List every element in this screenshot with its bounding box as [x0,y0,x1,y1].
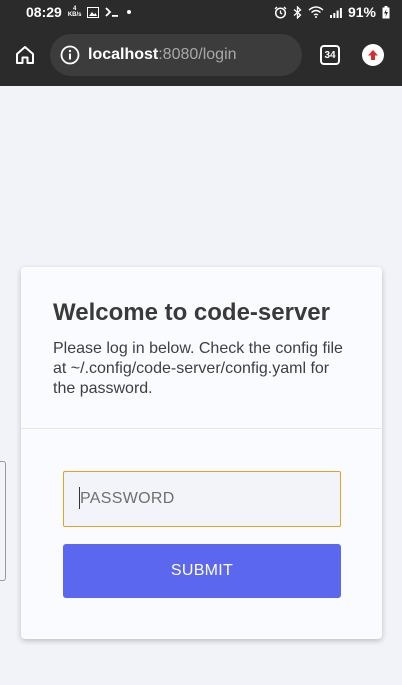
submit-button[interactable]: SUBMIT [63,544,341,598]
page-content: Welcome to code-server Please log in bel… [0,86,402,685]
tabs-button[interactable]: 34 [320,45,340,65]
login-title: Welcome to code-server [53,299,330,326]
password-input[interactable] [63,471,341,527]
browser-toolbar: localhost:8080/login 34 [0,24,402,86]
wifi-icon [308,6,324,18]
side-drawer-handle[interactable] [0,461,6,581]
bluetooth-icon [293,5,302,19]
terminal-icon [105,7,119,17]
url-path: :8080/login [158,46,237,63]
login-instructions: Please log in below. Check the config fi… [53,340,343,397]
network-speed-unit: KB/s [67,12,82,18]
upload-icon [368,50,378,60]
battery-percent: 91% [347,4,376,20]
login-card-header: Welcome to code-server Please log in bel… [21,267,382,429]
home-button[interactable] [0,24,50,86]
image-icon [87,6,100,18]
status-time: 08:29 [26,4,62,20]
info-icon[interactable] [60,45,80,65]
url-host: localhost [88,46,159,63]
battery-charging-icon [382,5,390,19]
status-bar-right: 91% [274,4,390,20]
signal-icon [329,7,342,18]
address-bar[interactable]: localhost:8080/login [50,34,302,76]
url-text[interactable]: localhost:8080/login [88,46,237,64]
extension-button[interactable] [362,44,384,66]
status-bar: 08:29 4 KB/s 91% [0,0,402,24]
text-caret [79,487,80,509]
home-icon [16,46,34,64]
alarm-icon [274,6,287,19]
status-bar-left: 08:29 4 KB/s [26,4,132,20]
login-card: Welcome to code-server Please log in bel… [21,267,382,639]
network-speed: 4 KB/s [68,6,82,18]
tab-count: 34 [324,49,336,61]
notification-dot-icon [127,10,132,14]
